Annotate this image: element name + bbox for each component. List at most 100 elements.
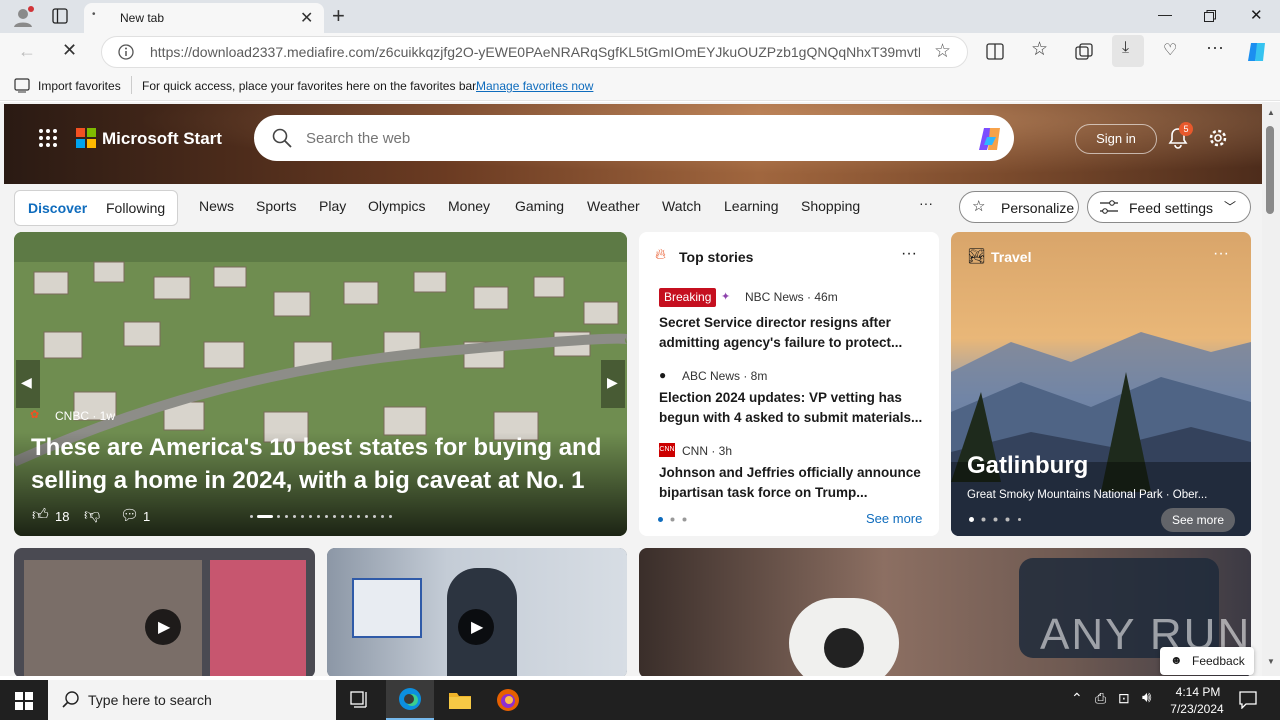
story3-title-line2[interactable]: bipartisan task force on Trump... [659, 485, 868, 500]
nav-money[interactable]: Money [448, 198, 490, 214]
search-input[interactable] [306, 127, 906, 149]
collections-icon[interactable] [1075, 43, 1093, 60]
video-card-2[interactable]: ▶ [327, 548, 627, 676]
download-icon[interactable]: ⤓ [1122, 39, 1129, 57]
close-tab-icon[interactable]: ✕ [300, 8, 313, 28]
new-tab-icon[interactable]: + [332, 3, 345, 29]
url-text[interactable]: https://download2337.mediafire.com/z6cui… [150, 44, 920, 60]
carousel-dots[interactable] [250, 515, 400, 519]
play-button-2[interactable]: ▶ [458, 609, 494, 645]
firefox-icon[interactable] [496, 688, 520, 712]
edge-taskbar-button[interactable] [386, 680, 434, 720]
story2-title-line1[interactable]: Election 2024 updates: VP vetting has [659, 390, 902, 405]
tab-strip: • New tab ✕ + — ✕ [0, 0, 1280, 33]
notification-center-icon[interactable] [1239, 691, 1257, 709]
split-screen-icon[interactable] [986, 43, 1004, 60]
restore-icon[interactable] [1204, 10, 1216, 22]
tab-discover[interactable]: Discover [28, 200, 87, 216]
feed-settings-button[interactable]: Feed settings ﹀ [1087, 191, 1251, 223]
profile-avatar-icon[interactable] [12, 6, 34, 28]
favorite-star-icon[interactable]: ☆ [934, 40, 951, 63]
top-stories-more-icon[interactable]: ··· [901, 245, 917, 263]
nav-sports[interactable]: Sports [256, 198, 296, 214]
cnbc-logo-icon: ✿ [30, 409, 40, 421]
video-card-1[interactable]: ▶ [14, 548, 315, 676]
manage-favorites-link[interactable]: Manage favorites now [476, 79, 593, 93]
travel-label: Travel [991, 249, 1032, 265]
settings-more-icon[interactable]: ··· [1206, 37, 1224, 58]
personalize-button[interactable]: ☆ Personalize [959, 191, 1079, 223]
scroll-down-icon[interactable]: ▼ [1267, 657, 1275, 666]
nav-watch[interactable]: Watch [662, 198, 701, 214]
copilot-icon[interactable] [1245, 40, 1269, 64]
nav-more-icon[interactable]: ··· [919, 195, 933, 211]
browser-essentials-icon[interactable]: ♡ [1163, 40, 1177, 60]
brand-name: Microsoft Start [102, 129, 222, 148]
main-story-card[interactable]: ◀ ▶ ✿ CNBC · 1w These are America's 10 b… [14, 232, 627, 536]
microsoft-logo-icon [76, 128, 96, 148]
comment-icon[interactable]: 💬︎ [120, 506, 139, 524]
tab-new-tab[interactable]: • New tab ✕ [84, 3, 324, 33]
feedback-button[interactable]: ☻ Feedback [1160, 647, 1254, 675]
page-scrollbar[interactable]: ▲ ▼ [1262, 102, 1280, 676]
web-search-box[interactable] [254, 115, 1014, 161]
network-icon[interactable]: ⊡ [1118, 690, 1130, 707]
nav-olympics[interactable]: Olympics [368, 198, 426, 214]
task-view-icon[interactable] [350, 691, 370, 709]
story1-title-line1[interactable]: Secret Service director resigns after [659, 315, 891, 330]
next-slide-button[interactable]: ▶ [601, 360, 625, 408]
nav-learning[interactable]: Learning [724, 198, 779, 214]
story1-title-line2[interactable]: admitting agency's failure to protect... [659, 335, 902, 350]
camera-lens-image [824, 628, 864, 668]
travel-place-title: Gatlinburg [967, 452, 1089, 479]
category-nav: Discover Following News Sports Play Olym… [0, 184, 1262, 232]
minimize-icon[interactable]: — [1158, 6, 1172, 22]
scrollbar-thumb[interactable] [1266, 126, 1274, 214]
nav-play[interactable]: Play [319, 198, 346, 214]
volume-icon[interactable]: 🔊︎ [1142, 689, 1151, 706]
travel-pager-dots[interactable] [969, 517, 1025, 522]
story-headline-line1[interactable]: These are America's 10 best states for b… [31, 434, 601, 462]
story2-title-line2[interactable]: begun with 4 asked to submit materials..… [659, 410, 922, 425]
nav-shopping[interactable]: Shopping [801, 198, 860, 214]
previous-slide-button[interactable]: ◀ [16, 360, 40, 408]
taskbar-search-box[interactable]: Type here to search [48, 680, 336, 720]
story3-title-line1[interactable]: Johnson and Jeffries officially announce [659, 465, 921, 480]
stop-loading-icon[interactable]: ✕ [62, 40, 77, 61]
travel-card[interactable]: 🏞︎ Travel ··· Gatlinburg Great Smoky Mou… [951, 232, 1251, 536]
scroll-up-icon[interactable]: ▲ [1267, 108, 1275, 117]
address-bar[interactable]: https://download2337.mediafire.com/z6cui… [101, 36, 968, 68]
windows-start-icon[interactable] [15, 692, 33, 710]
top-stories-title: Top stories [679, 249, 754, 265]
copilot-search-icon[interactable] [976, 125, 1004, 153]
file-explorer-icon[interactable] [448, 689, 472, 711]
story-headline-line2[interactable]: selling a home in 2024, with a big cavea… [31, 467, 585, 495]
top-stories-pager-dots[interactable] [658, 517, 690, 522]
travel-more-icon[interactable]: ··· [1213, 245, 1229, 263]
page-settings-gear-icon[interactable] [1207, 127, 1229, 149]
top-stories-see-more-link[interactable]: See more [866, 511, 922, 526]
back-icon[interactable]: ← [18, 41, 36, 62]
favbar-hint: For quick access, place your favorites h… [142, 79, 479, 93]
clock-date[interactable]: 7/23/2024 [1166, 702, 1228, 716]
top-stories-card: 🔥︎ Top stories ··· Breaking ✦ NBC News ·… [639, 232, 939, 536]
play-button-1[interactable]: ▶ [145, 609, 181, 645]
like-icon[interactable]: 👍︎ [32, 506, 49, 525]
close-window-icon[interactable]: ✕ [1250, 6, 1263, 24]
nav-gaming[interactable]: Gaming [515, 198, 564, 214]
dislike-icon[interactable]: 👎︎ [84, 506, 100, 525]
nav-weather[interactable]: Weather [587, 198, 640, 214]
import-favorites-button[interactable]: Import favorites [38, 79, 121, 93]
workspaces-icon[interactable] [52, 8, 68, 24]
clock-time[interactable]: 4:14 PM [1172, 685, 1224, 699]
sign-in-button[interactable]: Sign in [1075, 124, 1157, 154]
travel-see-more-button[interactable]: See more [1161, 508, 1235, 532]
comment-count: 1 [143, 509, 151, 524]
device-icon[interactable]: ⎙ [1095, 690, 1106, 707]
favorites-icon[interactable]: ☆ [1031, 38, 1048, 61]
site-info-icon[interactable] [118, 44, 134, 60]
nav-news[interactable]: News [199, 198, 234, 214]
show-hidden-icons-icon[interactable]: ⌃ [1071, 690, 1083, 707]
apps-launcher-icon[interactable] [38, 128, 58, 148]
tab-following[interactable]: Following [106, 200, 165, 216]
